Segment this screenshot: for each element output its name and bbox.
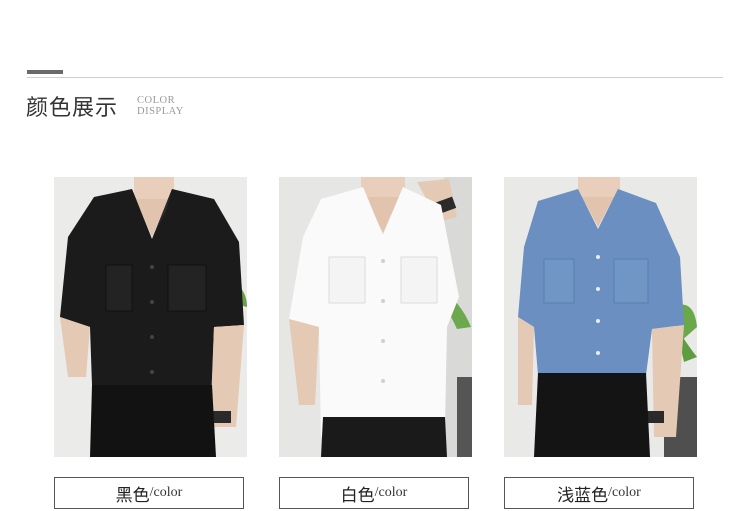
- color-label-white[interactable]: 白色 /color: [279, 477, 469, 509]
- color-name: 白色: [340, 485, 375, 506]
- header-divider: [27, 77, 723, 78]
- color-label-black[interactable]: 黑色 /color: [54, 477, 244, 509]
- black-shirt-image: [54, 177, 247, 457]
- color-name: 黑色: [115, 485, 150, 506]
- product-photo-light-blue[interactable]: [504, 177, 697, 457]
- color-suffix: /color: [374, 485, 408, 500]
- subtitle-line-2: DISPLAY: [137, 106, 184, 117]
- product-photo-black[interactable]: [54, 177, 247, 457]
- product-photo-white[interactable]: [279, 177, 472, 457]
- header-accent-bar: [27, 70, 63, 74]
- color-label-light-blue[interactable]: 浅蓝色 /color: [504, 477, 694, 509]
- section-subtitle: COLOR DISPLAY: [137, 95, 184, 117]
- color-name: 浅蓝色: [557, 485, 609, 506]
- section-title: 颜色展示: [26, 96, 119, 121]
- white-shirt-image: [279, 177, 472, 457]
- color-suffix: /color: [608, 485, 641, 500]
- subtitle-line-1: COLOR: [137, 95, 176, 106]
- blue-shirt-image: [504, 177, 697, 457]
- color-suffix: /color: [149, 485, 183, 500]
